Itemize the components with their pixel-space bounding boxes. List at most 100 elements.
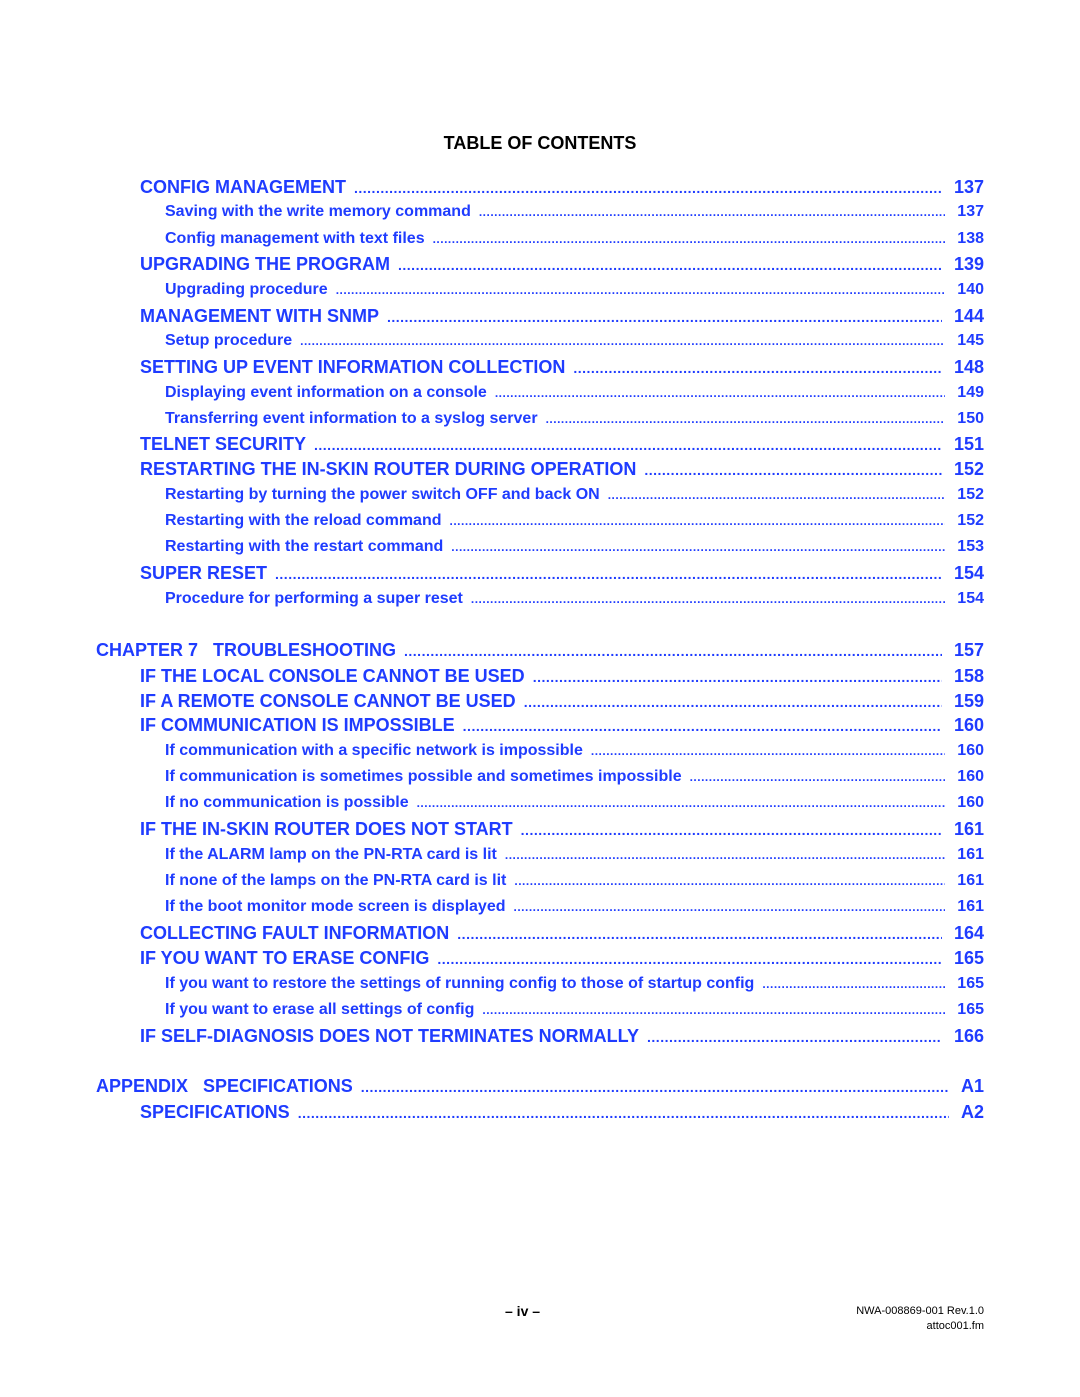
toc-entry-label: If the boot monitor mode screen is displ…: [165, 898, 506, 915]
toc-entry-label: UPGRADING THE PROGRAM: [140, 254, 391, 274]
toc-entry-label: IF THE IN-SKIN ROUTER DOES NOT START: [140, 819, 513, 839]
toc-leader-dots: [471, 592, 945, 606]
toc-entry[interactable]: MANAGEMENT WITH SNMP 144: [140, 306, 984, 327]
toc-entry[interactable]: SETTING UP EVENT INFORMATION COLLECTION 1…: [140, 357, 984, 378]
toc-entry[interactable]: Saving with the write memory command 137: [165, 203, 984, 221]
toc-entry-label: IF YOU WANT TO ERASE CONFIG: [140, 948, 430, 968]
toc-entry[interactable]: If none of the lamps on the PN-RTA card …: [165, 872, 984, 890]
toc-entry[interactable]: UPGRADING THE PROGRAM 139: [140, 254, 984, 275]
toc-entry-page: 150: [957, 410, 984, 427]
toc-leader-dots: [521, 822, 942, 838]
toc-leader-dots: [451, 540, 945, 554]
toc-entry[interactable]: If communication with a specific network…: [165, 742, 984, 760]
toc-entry-page: 137: [953, 177, 984, 197]
toc-leader-dots: [690, 770, 946, 784]
toc-entry-page: 137: [957, 203, 984, 220]
toc-entry-page: 152: [953, 459, 984, 479]
toc-entry-page: 165: [953, 948, 984, 968]
toc-entry-label: IF COMMUNICATION IS IMPOSSIBLE: [140, 715, 455, 735]
toc-entry[interactable]: Procedure for performing a super reset 15…: [165, 590, 984, 608]
toc-leader-dots: [514, 874, 945, 888]
toc-entry-page: 152: [957, 486, 984, 503]
toc-entry-page: 138: [957, 230, 984, 247]
toc-entry[interactable]: Restarting by turning the power switch O…: [165, 486, 984, 504]
toc-entry-label: COLLECTING FAULT INFORMATION: [140, 923, 450, 943]
toc-entry[interactable]: Setup procedure 145: [165, 332, 984, 350]
toc-entry-page: 165: [957, 975, 984, 992]
page-title: TABLE OF CONTENTS: [443, 133, 637, 153]
toc-leader-dots: [336, 283, 946, 297]
toc-entry[interactable]: Upgrading procedure 140: [165, 281, 984, 299]
toc-entry[interactable]: If you want to erase all settings of con…: [165, 1001, 984, 1019]
footer-doc-id: NWA-008869-001 Rev.1.0: [856, 1305, 984, 1317]
toc-leader-dots: [505, 848, 945, 862]
toc-entry[interactable]: TELNET SECURITY 151: [140, 434, 984, 455]
toc-leader-dots: [591, 744, 945, 758]
toc-entry[interactable]: Restarting with the restart command 153: [165, 538, 984, 556]
toc-leader-dots: [608, 488, 946, 502]
toc-entry-page: 161: [957, 846, 984, 863]
toc-entry[interactable]: Transferring event information to a sysl…: [165, 410, 984, 428]
toc-entry[interactable]: Config management with text files 138: [165, 230, 984, 248]
toc-entry[interactable]: If communication is sometimes possible a…: [165, 768, 984, 786]
toc-entry[interactable]: Displaying event information on a consol…: [165, 384, 984, 402]
toc-entry[interactable]: APPENDIX SPECIFICATIONS A1: [96, 1076, 984, 1097]
toc-leader-dots: [647, 1029, 942, 1045]
toc-leader-dots: [433, 232, 946, 246]
toc-entry-page: 161: [957, 872, 984, 889]
toc-leader-dots: [298, 1105, 949, 1121]
toc-entry[interactable]: COLLECTING FAULT INFORMATION 164: [140, 923, 984, 944]
toc-entry-page: 151: [953, 434, 984, 454]
toc-entry-label: CONFIG MANAGEMENT: [140, 177, 346, 197]
toc-entry-label: If no communication is possible: [165, 794, 409, 811]
toc-entry-label: MANAGEMENT WITH SNMP: [140, 306, 379, 326]
toc-entry-label: If you want to restore the settings of r…: [165, 975, 755, 992]
toc-entry[interactable]: IF THE IN-SKIN ROUTER DOES NOT START 161: [140, 819, 984, 840]
toc-entry[interactable]: IF COMMUNICATION IS IMPOSSIBLE 160: [140, 715, 984, 736]
toc-entry[interactable]: If the boot monitor mode screen is displ…: [165, 898, 984, 916]
toc-entry-page: 160: [957, 794, 984, 811]
toc-entry[interactable]: Restarting with the reload command 152: [165, 512, 984, 530]
toc-entry-label: IF THE LOCAL CONSOLE CANNOT BE USED: [140, 666, 525, 686]
toc-entry-page: 160: [953, 715, 984, 735]
toc-leader-dots: [449, 514, 945, 528]
footer-doc-info: NWA-008869-001 Rev.1.0 attoc001.fm: [856, 1304, 984, 1334]
toc-entry[interactable]: CHAPTER 7 TROUBLESHOOTING 157: [96, 640, 984, 661]
toc-leader-dots: [387, 309, 942, 325]
toc-entry[interactable]: IF YOU WANT TO ERASE CONFIG 165: [140, 948, 984, 969]
toc-entry-label: Displaying event information on a consol…: [165, 384, 487, 401]
toc-entry-label: Saving with the write memory command: [165, 203, 471, 220]
toc-entry[interactable]: IF A REMOTE CONSOLE CANNOT BE USED 159: [140, 691, 984, 712]
toc-entry[interactable]: If no communication is possible 160: [165, 794, 984, 812]
toc-entry[interactable]: IF SELF-DIAGNOSIS DOES NOT TERMINATES NO…: [140, 1026, 984, 1047]
toc-entry[interactable]: SPECIFICATIONS A2: [140, 1102, 984, 1123]
toc-entry-page: 166: [953, 1026, 984, 1046]
toc-leader-dots: [644, 462, 942, 478]
toc-entry-label: Setup procedure: [165, 332, 293, 349]
toc-entry-page: 158: [953, 666, 984, 686]
toc-entry-label: Procedure for performing a super reset: [165, 590, 463, 607]
toc-leader-dots: [463, 718, 942, 734]
toc-entry[interactable]: SUPER RESET 154: [140, 563, 984, 584]
toc-entry-page: 148: [953, 357, 984, 377]
toc-leader-dots: [275, 566, 942, 582]
toc-entry-page: 160: [957, 742, 984, 759]
toc-leader-dots: [514, 900, 946, 914]
toc-entry-page: 154: [957, 590, 984, 607]
toc-leader-dots: [354, 180, 942, 196]
toc-entry[interactable]: IF THE LOCAL CONSOLE CANNOT BE USED 158: [140, 666, 984, 687]
toc-entry-label: SETTING UP EVENT INFORMATION COLLECTION: [140, 357, 566, 377]
toc-leader-dots: [533, 669, 942, 685]
toc-entry-label: SPECIFICATIONS: [140, 1102, 290, 1122]
toc-entry-label: SUPER RESET: [140, 563, 268, 583]
toc-entry-page: A2: [960, 1102, 984, 1122]
toc-entry[interactable]: If the ALARM lamp on the PN-RTA card is …: [165, 846, 984, 864]
toc-entry[interactable]: RESTARTING THE IN-SKIN ROUTER DURING OPE…: [140, 459, 984, 480]
toc-entry[interactable]: CONFIG MANAGEMENT 137: [140, 177, 984, 198]
toc-entry-label: IF SELF-DIAGNOSIS DOES NOT TERMINATES NO…: [140, 1026, 640, 1046]
toc-entry[interactable]: If you want to restore the settings of r…: [165, 975, 984, 993]
toc-entry-label: If communication with a specific network…: [165, 742, 583, 759]
toc-entry-label: If you want to erase all settings of con…: [165, 1001, 475, 1018]
toc-leader-dots: [361, 1079, 949, 1095]
toc-entry-page: 140: [957, 281, 984, 298]
